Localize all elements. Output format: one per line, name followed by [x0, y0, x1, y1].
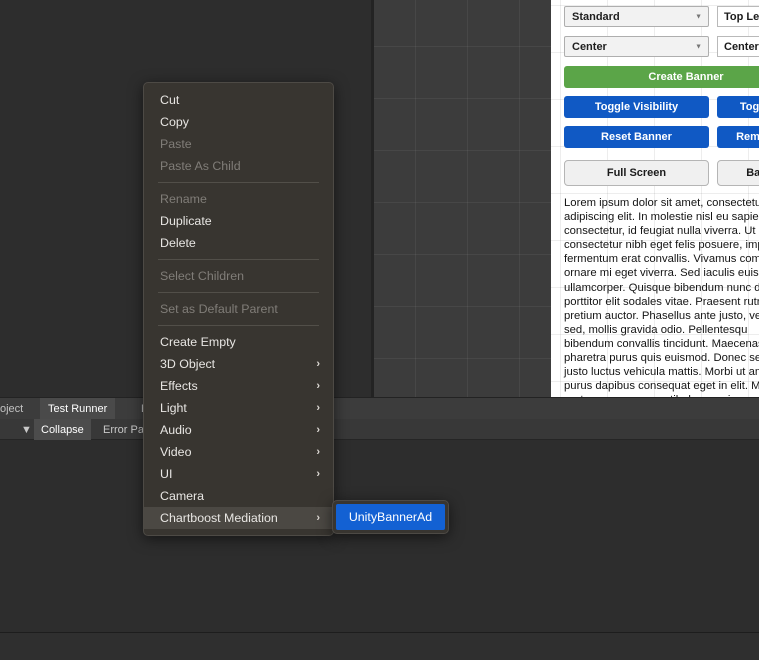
menu-separator [158, 292, 319, 293]
toggle-debug-button[interactable]: Toggle D [717, 96, 759, 118]
menu-item-label: Set as Default Parent [160, 302, 278, 316]
chevron-down-icon: ▼ [695, 13, 702, 20]
menu-item-label: Audio [160, 423, 192, 437]
menu-item-label: UI [160, 467, 173, 481]
menu-separator [158, 325, 319, 326]
hierarchy-context-menu[interactable]: Cut Copy Paste Paste As Child Rename Duplicat… [143, 82, 334, 536]
remove-banner-label: Remove B [736, 131, 759, 143]
menu-item-label: Select Children [160, 269, 245, 283]
unity-editor-window: Standard ▼ Top Left Center ▼ Center Crea… [0, 0, 759, 660]
menu-item-audio[interactable]: Audio › [144, 419, 333, 441]
tab-test-runner-label: Test Runner [48, 403, 108, 415]
banner-position-field[interactable]: Top Left [717, 6, 759, 27]
reset-banner-button[interactable]: Reset Banner [564, 126, 709, 148]
submenu-item-label: UnityBannerAd [348, 510, 433, 524]
lorem-text-block: Lorem ipsum dolor sit amet, consectetur … [564, 197, 759, 397]
chevron-right-icon: › [316, 402, 320, 414]
remove-banner-button[interactable]: Remove B [717, 126, 759, 148]
menu-item-rename: Rename [144, 188, 333, 210]
collapse-label: Collapse [41, 423, 84, 436]
tab-project[interactable]: oject [0, 398, 31, 420]
menu-item-label: 3D Object [160, 357, 216, 371]
game-view-left-edge [371, 0, 374, 397]
game-view-grid [371, 0, 551, 397]
menu-item-label: Create Empty [160, 335, 236, 349]
menu-item-label: Delete [160, 236, 196, 250]
menu-item-copy[interactable]: Copy [144, 111, 333, 133]
chevron-right-icon: › [316, 358, 320, 370]
full-screen-label: Full Screen [606, 167, 667, 179]
banner-size-dropdown[interactable]: Standard ▼ [564, 6, 709, 27]
chartboost-mediation-submenu[interactable]: UnityBannerAd [332, 500, 449, 534]
menu-item-label: Rename [160, 192, 207, 206]
reset-banner-label: Reset Banner [601, 131, 672, 143]
collapse-toggle[interactable]: Collapse [34, 419, 91, 440]
banner-align-field[interactable]: Center [717, 36, 759, 57]
menu-separator [158, 259, 319, 260]
bottom-status-strip [0, 633, 759, 660]
banner-align-field-label: Center [724, 40, 759, 53]
create-banner-label: Create Banner [648, 71, 724, 83]
menu-item-cut[interactable]: Cut [144, 89, 333, 111]
menu-item-label: Video [160, 445, 192, 459]
menu-item-label: Light [160, 401, 187, 415]
menu-item-video[interactable]: Video › [144, 441, 333, 463]
menu-item-paste-as-child: Paste As Child [144, 155, 333, 177]
menu-item-label: Paste As Child [160, 159, 241, 173]
chevron-down-icon: ▼ [695, 43, 702, 50]
banner-align-dropdown[interactable]: Center ▼ [564, 36, 709, 57]
menu-item-set-as-default-parent: Set as Default Parent [144, 298, 333, 320]
toggle-debug-label: Toggle D [739, 101, 759, 113]
menu-item-camera[interactable]: Camera [144, 485, 333, 507]
submenu-item-unitybannerad[interactable]: UnityBannerAd [336, 504, 445, 530]
menu-item-label: Camera [160, 489, 205, 503]
create-banner-button[interactable]: Create Banner [564, 66, 759, 88]
chevron-right-icon: › [316, 380, 320, 392]
menu-item-light[interactable]: Light › [144, 397, 333, 419]
menu-item-select-children: Select Children [144, 265, 333, 287]
menu-item-paste: Paste [144, 133, 333, 155]
chevron-right-icon: › [316, 512, 320, 524]
menu-item-effects[interactable]: Effects › [144, 375, 333, 397]
banner-control-panel: Standard ▼ Top Left Center ▼ Center Crea… [551, 0, 759, 397]
menu-item-label: Duplicate [160, 214, 212, 228]
toggle-visibility-button[interactable]: Toggle Visibility [564, 96, 709, 118]
console-toolbar: ▼ Collapse Error Pause [0, 419, 759, 440]
full-screen-button[interactable]: Full Screen [564, 160, 709, 186]
banner-mode-button[interactable]: Banne [717, 160, 759, 186]
banner-align-dropdown-label: Center [572, 40, 607, 53]
toggle-visibility-label: Toggle Visibility [594, 101, 679, 113]
menu-item-label: Chartboost Mediation [160, 511, 278, 525]
menu-item-duplicate[interactable]: Duplicate [144, 210, 333, 232]
chevron-right-icon: › [316, 446, 320, 458]
banner-size-dropdown-label: Standard [572, 10, 620, 23]
tab-test-runner[interactable]: Test Runner [40, 398, 116, 420]
chevron-right-icon: › [316, 424, 320, 436]
menu-item-3d-object[interactable]: 3D Object › [144, 353, 333, 375]
banner-mode-label: Banne [746, 167, 759, 179]
chevron-right-icon: › [316, 468, 320, 480]
menu-item-label: Effects [160, 379, 198, 393]
menu-item-ui[interactable]: UI › [144, 463, 333, 485]
menu-item-label: Cut [160, 93, 180, 107]
menu-item-create-empty[interactable]: Create Empty [144, 331, 333, 353]
menu-item-label: Copy [160, 115, 189, 129]
menu-separator [158, 182, 319, 183]
menu-item-label: Paste [160, 137, 192, 151]
tab-project-label: oject [0, 403, 24, 415]
banner-position-label: Top Left [724, 10, 759, 23]
chevron-down-icon: ▼ [21, 423, 32, 436]
console-tab-bar: oject Test Runner E [0, 397, 759, 420]
menu-item-chartboost-mediation[interactable]: Chartboost Mediation › [144, 507, 333, 529]
menu-item-delete[interactable]: Delete [144, 232, 333, 254]
